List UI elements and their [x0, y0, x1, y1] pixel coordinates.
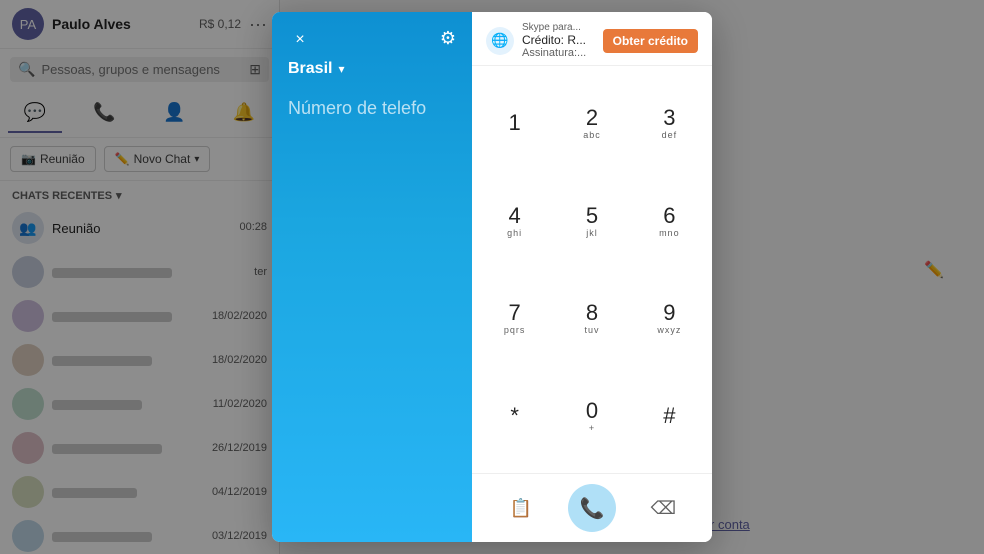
settings-icon[interactable]: ⚙	[440, 28, 456, 49]
credit-info: Skype para... Crédito: R... Assinatura:.…	[522, 22, 595, 59]
key-*[interactable]: *	[476, 367, 553, 465]
dial-left-panel: × ⚙ Brasil ▾ Número de telefo	[272, 12, 472, 542]
credit-bar: 🌐 Skype para... Crédito: R... Assinatura…	[472, 12, 712, 66]
call-button[interactable]: 📞	[568, 484, 616, 532]
dial-dialog: × ⚙ Brasil ▾ Número de telefo 🌐 Skype pa…	[272, 12, 712, 542]
dial-right-panel: 🌐 Skype para... Crédito: R... Assinatura…	[472, 12, 712, 542]
contacts-icon: 📋	[509, 498, 531, 519]
get-credit-button[interactable]: Obter crédito	[603, 29, 698, 53]
key-1[interactable]: 1	[476, 74, 553, 172]
skype-for-label: Skype para...	[522, 22, 595, 33]
country-selector[interactable]: Brasil ▾	[288, 60, 456, 78]
phone-icon: 📞	[580, 496, 605, 521]
backspace-button[interactable]: ⌫	[645, 490, 681, 526]
modal-overlay[interactable]: × ⚙ Brasil ▾ Número de telefo 🌐 Skype pa…	[0, 0, 984, 554]
key-#[interactable]: #	[631, 367, 708, 465]
close-button[interactable]: ×	[288, 28, 312, 52]
country-chevron-icon: ▾	[338, 62, 344, 76]
key-4[interactable]: 4ghi	[476, 172, 553, 270]
credit-line: Crédito: R...	[522, 33, 595, 47]
subscription-line: Assinatura:...	[522, 47, 595, 59]
globe-icon: 🌐	[486, 27, 514, 55]
key-0[interactable]: 0+	[553, 367, 630, 465]
key-2[interactable]: 2abc	[553, 74, 630, 172]
key-5[interactable]: 5jkl	[553, 172, 630, 270]
country-name: Brasil	[288, 60, 332, 78]
keypad-grid: 12abc3def 4ghi5jkl6mno 7pqrs8tuv9wxyz *0+#	[472, 66, 712, 473]
key-7[interactable]: 7pqrs	[476, 270, 553, 368]
key-8[interactable]: 8tuv	[553, 270, 630, 368]
key-9[interactable]: 9wxyz	[631, 270, 708, 368]
dial-bottom-bar: 📋 📞 ⌫	[472, 473, 712, 542]
phone-input-area: Número de telefo	[288, 98, 456, 526]
key-3[interactable]: 3def	[631, 74, 708, 172]
contacts-button[interactable]: 📋	[503, 490, 539, 526]
key-6[interactable]: 6mno	[631, 172, 708, 270]
phone-placeholder-label: Número de telefo	[288, 98, 426, 118]
backspace-icon: ⌫	[651, 498, 676, 519]
